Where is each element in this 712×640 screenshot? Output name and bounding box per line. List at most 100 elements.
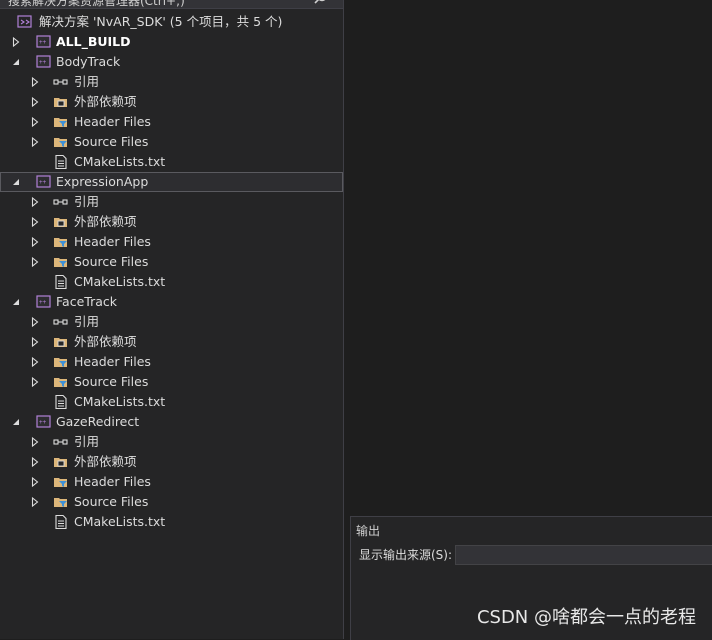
collapse-arrow-right-icon[interactable] bbox=[29, 92, 41, 112]
filter-folder-icon bbox=[53, 135, 69, 149]
collapse-arrow-right-icon[interactable] bbox=[29, 492, 41, 512]
collapse-arrow-right-icon[interactable] bbox=[29, 232, 41, 252]
project-child-item[interactable]: CMakeLists.txt bbox=[0, 392, 343, 412]
project-child-item[interactable]: 引用 bbox=[0, 192, 343, 212]
project-item[interactable]: ++ FaceTrack bbox=[0, 292, 343, 312]
project-child-item[interactable]: 外部依赖项 bbox=[0, 452, 343, 472]
external-dependencies-icon bbox=[53, 455, 69, 469]
project-child-item[interactable]: 引用 bbox=[0, 72, 343, 92]
external-dependencies-icon bbox=[53, 335, 69, 349]
project-child-item[interactable]: Source Files bbox=[0, 252, 343, 272]
project-child-item[interactable]: Source Files bbox=[0, 372, 343, 392]
text-file-icon bbox=[53, 274, 69, 290]
filter-folder-icon bbox=[53, 375, 69, 389]
project-item[interactable]: ++ GazeRedirect bbox=[0, 412, 343, 432]
project-child-item[interactable]: Header Files bbox=[0, 112, 343, 132]
solution-icon bbox=[17, 15, 33, 29]
tree-item-label: Source Files bbox=[74, 134, 149, 149]
collapse-arrow-right-icon[interactable] bbox=[29, 112, 41, 132]
project-icon: ++ bbox=[36, 55, 52, 69]
collapse-arrow-right-icon[interactable] bbox=[29, 72, 41, 92]
svg-text:++: ++ bbox=[39, 299, 47, 306]
svg-text:++: ++ bbox=[39, 179, 47, 186]
filter-folder-icon bbox=[53, 235, 69, 249]
solution-explorer: 搜索解决方案资源管理器(Ctrl+;) 解决方案 'NvAR_SDK' (5 个… bbox=[0, 0, 344, 639]
tree-item-label: ALL_BUILD bbox=[56, 34, 131, 49]
filter-folder-icon bbox=[53, 495, 69, 509]
collapse-arrow-right-icon[interactable] bbox=[29, 432, 41, 452]
project-icon: ++ bbox=[36, 35, 52, 49]
expand-arrow-down-icon[interactable] bbox=[10, 292, 22, 312]
collapse-arrow-right-icon[interactable] bbox=[29, 372, 41, 392]
references-icon bbox=[53, 75, 69, 89]
tree-item-label: Source Files bbox=[74, 254, 149, 269]
text-file-icon bbox=[53, 154, 69, 170]
collapse-arrow-right-icon[interactable] bbox=[29, 452, 41, 472]
search-icon[interactable] bbox=[313, 0, 329, 6]
tree-item-label: 引用 bbox=[74, 314, 100, 329]
expand-arrow-down-icon[interactable] bbox=[10, 412, 22, 432]
solution-root[interactable]: 解决方案 'NvAR_SDK' (5 个项目，共 5 个) bbox=[0, 12, 343, 32]
editor-area bbox=[344, 0, 712, 516]
collapse-arrow-right-icon[interactable] bbox=[29, 312, 41, 332]
project-icon: ++ bbox=[36, 175, 52, 189]
project-child-item[interactable]: 外部依赖项 bbox=[0, 332, 343, 352]
project-child-item[interactable]: CMakeLists.txt bbox=[0, 152, 343, 172]
references-icon bbox=[53, 195, 69, 209]
project-child-item[interactable]: Header Files bbox=[0, 232, 343, 252]
tree-item-label: 外部依赖项 bbox=[74, 94, 137, 109]
project-child-item[interactable]: Header Files bbox=[0, 472, 343, 492]
project-item[interactable]: ++ ExpressionApp bbox=[0, 172, 343, 192]
filter-folder-icon bbox=[53, 475, 69, 489]
output-panel-title: 输出 bbox=[356, 524, 381, 538]
tree-item-label: CMakeLists.txt bbox=[74, 394, 166, 409]
collapse-arrow-right-icon[interactable] bbox=[29, 352, 41, 372]
output-source-dropdown[interactable] bbox=[455, 545, 712, 565]
tree-item-label: CMakeLists.txt bbox=[74, 154, 166, 169]
collapse-arrow-right-icon[interactable] bbox=[10, 32, 22, 52]
tree-item-label: Header Files bbox=[74, 114, 151, 129]
search-placeholder: 搜索解决方案资源管理器(Ctrl+;) bbox=[8, 0, 185, 8]
svg-text:++: ++ bbox=[39, 39, 47, 46]
project-child-item[interactable]: CMakeLists.txt bbox=[0, 512, 343, 532]
filter-folder-icon bbox=[53, 355, 69, 369]
tree-item-label: 引用 bbox=[74, 194, 100, 209]
references-icon bbox=[53, 315, 69, 329]
project-child-item[interactable]: 引用 bbox=[0, 432, 343, 452]
collapse-arrow-right-icon[interactable] bbox=[29, 252, 41, 272]
tree-item-label: GazeRedirect bbox=[56, 414, 140, 429]
tree-item-label: 外部依赖项 bbox=[74, 214, 137, 229]
tree-item-label: FaceTrack bbox=[56, 294, 117, 309]
tree-item-label: ExpressionApp bbox=[56, 174, 149, 189]
solution-tree: 解决方案 'NvAR_SDK' (5 个项目，共 5 个) ++ ALL_BUILD… bbox=[0, 12, 343, 532]
collapse-arrow-right-icon[interactable] bbox=[29, 132, 41, 152]
output-source-label: 显示输出来源(S): bbox=[359, 548, 453, 562]
svg-text:++: ++ bbox=[39, 59, 47, 66]
text-file-icon bbox=[53, 394, 69, 410]
project-child-item[interactable]: 外部依赖项 bbox=[0, 212, 343, 232]
expand-arrow-down-icon[interactable] bbox=[10, 52, 22, 72]
tree-item-label: CMakeLists.txt bbox=[74, 514, 166, 529]
project-icon: ++ bbox=[36, 415, 52, 429]
project-child-item[interactable]: Source Files bbox=[0, 132, 343, 152]
collapse-arrow-right-icon[interactable] bbox=[29, 332, 41, 352]
expand-arrow-down-icon[interactable] bbox=[10, 172, 22, 192]
collapse-arrow-right-icon[interactable] bbox=[29, 472, 41, 492]
tree-item-label: 引用 bbox=[74, 74, 100, 89]
project-child-item[interactable]: CMakeLists.txt bbox=[0, 272, 343, 292]
collapse-arrow-right-icon[interactable] bbox=[29, 212, 41, 232]
project-child-item[interactable]: Header Files bbox=[0, 352, 343, 372]
collapse-arrow-right-icon[interactable] bbox=[29, 192, 41, 212]
project-icon: ++ bbox=[36, 295, 52, 309]
tree-item-label: Source Files bbox=[74, 374, 149, 389]
project-item[interactable]: ++ ALL_BUILD bbox=[0, 32, 343, 52]
project-child-item[interactable]: Source Files bbox=[0, 492, 343, 512]
tree-item-label: 引用 bbox=[74, 434, 100, 449]
tree-item-label: Header Files bbox=[74, 354, 151, 369]
project-child-item[interactable]: 外部依赖项 bbox=[0, 92, 343, 112]
watermark: CSDN @啥都会一点的老程 bbox=[476, 607, 696, 628]
project-item[interactable]: ++ BodyTrack bbox=[0, 52, 343, 72]
external-dependencies-icon bbox=[53, 215, 69, 229]
search-input[interactable]: 搜索解决方案资源管理器(Ctrl+;) bbox=[0, 0, 343, 9]
project-child-item[interactable]: 引用 bbox=[0, 312, 343, 332]
